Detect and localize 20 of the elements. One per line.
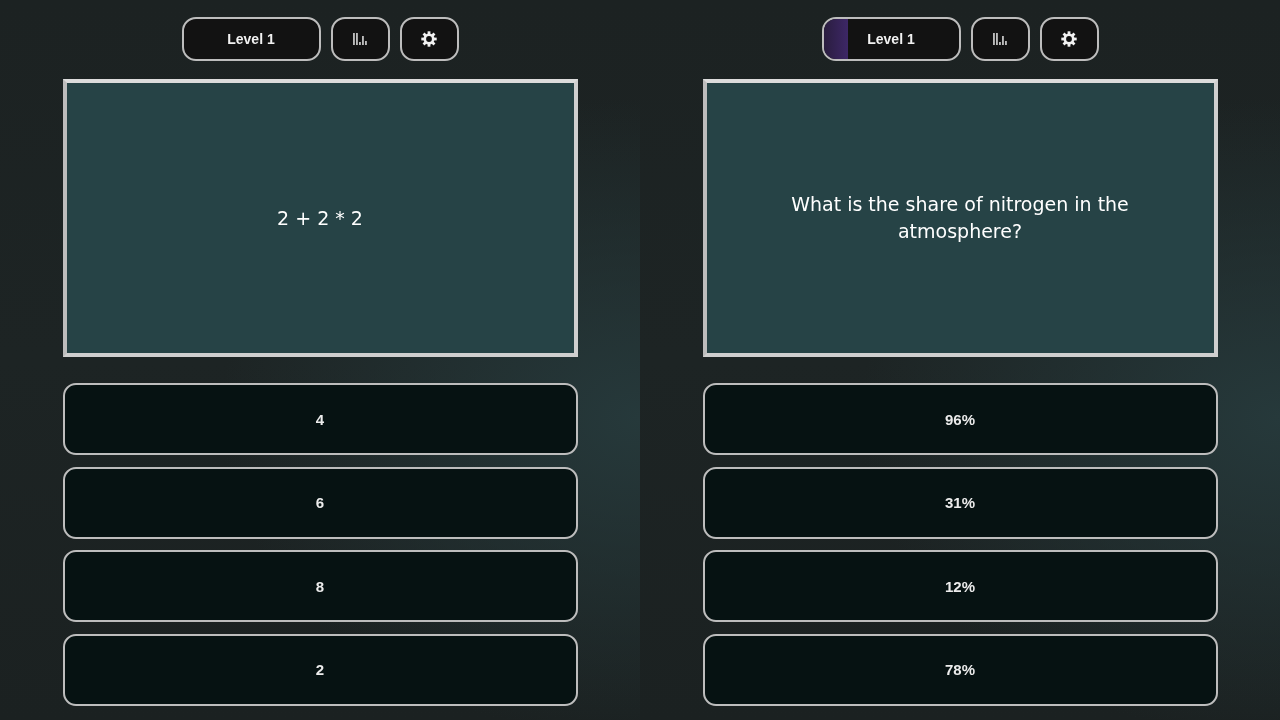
answer-button[interactable]: 2 xyxy=(62,633,578,706)
settings-button[interactable] xyxy=(1039,17,1099,61)
settings-button[interactable] xyxy=(399,17,459,61)
settings-icon xyxy=(421,31,437,47)
answer-button[interactable]: 12% xyxy=(702,550,1218,622)
answer-button[interactable]: 8 xyxy=(62,550,578,622)
stats-button[interactable] xyxy=(330,17,390,61)
answer-button[interactable]: 31% xyxy=(702,466,1218,539)
question-text: 2 + 2 * 2 xyxy=(277,205,363,231)
answer-button[interactable]: 4 xyxy=(62,383,578,455)
bar-chart-icon xyxy=(353,33,367,45)
answer-button[interactable]: 6 xyxy=(62,466,578,539)
level-button[interactable]: Level 1 xyxy=(821,17,961,61)
settings-icon xyxy=(1061,31,1077,47)
answer-button[interactable]: 96% xyxy=(702,383,1218,455)
question-text: What is the share of nitrogen in the atmosphere? xyxy=(790,192,1130,244)
bar-chart-icon xyxy=(993,33,1007,45)
answer-button[interactable]: 78% xyxy=(702,633,1218,706)
stats-button[interactable] xyxy=(970,17,1030,61)
level-button[interactable]: Level 1 xyxy=(181,17,321,61)
